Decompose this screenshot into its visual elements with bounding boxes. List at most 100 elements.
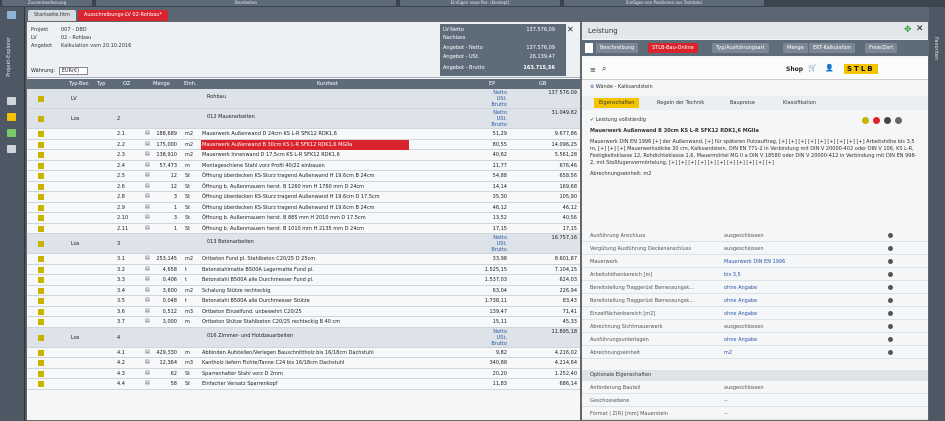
optional-row[interactable]: Anforderung Bauteil ausgeschlossen (582, 382, 928, 394)
property-row[interactable]: Abrechnungseinheit m2 (582, 347, 928, 359)
table-row[interactable]: 4.1 ▤ 429,330 m Abbinden Aufstellen/Verlegen… (27, 347, 580, 358)
table-row[interactable]: 2.4 ▤ 57,473 m Montageschiene Stahl vorz Pro… (27, 160, 580, 171)
table-row[interactable]: 2.1 ▤ 188,689 m2 Mauerwerk Außenwand D 24cm … (27, 129, 580, 140)
table-row[interactable]: 2.5 ▤ 12 St Öffnung überdecken KS-Sturz trag… (27, 171, 580, 182)
warning-icon[interactable] (862, 117, 869, 124)
property-value[interactable]: m2 (724, 347, 732, 359)
position-icon[interactable] (37, 308, 67, 315)
col-einh[interactable]: Einh. (184, 81, 196, 87)
group-row[interactable]: Los 3 013 Betonarbeiten Netto USt. Brutto 16.7… (27, 234, 580, 254)
position-icon[interactable] (37, 277, 67, 284)
property-row[interactable]: Vergütung Ausführung Deckenanschluss ausg… (582, 243, 928, 255)
position-icon[interactable] (37, 298, 67, 305)
table-row[interactable]: 3.1 ▤ 253,145 m2 Ortbeton Fund pl. Stahlbeto… (27, 254, 580, 265)
favorites-label[interactable]: Favoriten (933, 37, 939, 60)
property-value[interactable]: ohne Angabe (724, 334, 757, 346)
tab-startseite[interactable]: Startseite.htm (28, 10, 76, 21)
property-row[interactable]: Arbeitshöhenbereich [m] bis 3,5 (582, 269, 928, 281)
currency-value[interactable]: EUR(€) (58, 67, 89, 75)
group-icon[interactable] (37, 334, 67, 341)
property-value[interactable]: -- (724, 408, 728, 420)
property-row[interactable]: Ausführungsunterlagen ohne Angabe (582, 334, 928, 346)
property-row[interactable]: Mauerwerk Mauerwerk DIN EN 1996 (582, 256, 928, 268)
property-value[interactable]: ohne Angabe (724, 295, 757, 307)
property-value[interactable]: ausgeschlossen (724, 382, 764, 394)
leistung-tab[interactable]: Beschreibung (596, 43, 639, 53)
remove-icon[interactable] (888, 311, 893, 316)
position-icon[interactable] (37, 183, 67, 190)
position-icon[interactable] (37, 360, 67, 367)
group-icon[interactable] (37, 116, 67, 122)
col-menge[interactable]: Menge (153, 81, 170, 87)
optional-row[interactable]: Geschossebene -- (582, 395, 928, 407)
cart-icon[interactable]: 🛒 (808, 64, 817, 72)
position-icon[interactable] (37, 319, 67, 326)
settings-icon[interactable] (895, 117, 902, 124)
position-icon[interactable] (37, 370, 67, 377)
optional-row[interactable]: Format | Z(R) [mm] Mauerstein -- (582, 408, 928, 420)
table-row[interactable]: 3.6 ▤ 0,512 m3 Ortbeton Einzelfund. unbewehr… (27, 306, 580, 317)
position-icon[interactable] (37, 131, 67, 138)
table-row[interactable]: 4.4 ▤ 58 St Einfacher Versatz Sparrenkopf 11,… (27, 379, 580, 390)
position-icon[interactable] (37, 287, 67, 294)
position-icon[interactable] (37, 266, 67, 273)
remove-icon[interactable] (888, 246, 893, 251)
property-value[interactable]: ausgeschlossen (724, 321, 764, 333)
group-icon[interactable] (37, 241, 67, 247)
property-row[interactable]: Einzelflächenbereich [m2] ohne Angabe (582, 308, 928, 320)
remove-icon[interactable] (888, 298, 893, 303)
position-icon[interactable] (37, 194, 67, 201)
table-row[interactable]: 3.5 ▤ 0,048 t Betonstahl B500A alle Durchmes… (27, 296, 580, 307)
expand-icon[interactable]: ✥ (904, 25, 912, 35)
shop-label[interactable]: Shop (786, 66, 803, 73)
table-row[interactable]: 3.4 ▤ 3,600 m2 Schalung Stütze rechteckig 63,… (27, 285, 580, 296)
property-subtab[interactable]: Eigenschaften (594, 98, 640, 108)
position-icon[interactable] (37, 381, 67, 388)
property-value[interactable]: ausgeschlossen (724, 243, 764, 255)
doc-icon[interactable] (7, 145, 16, 153)
table-row[interactable]: 4.2 ▤ 12,364 m3 Kantholz liefern Fichte/Tann… (27, 358, 580, 369)
property-value[interactable]: Mauerwerk DIN EN 1996 (724, 256, 785, 268)
remove-icon[interactable] (888, 324, 893, 329)
table-row[interactable]: 2.3 ▤ 138,910 m2 Mauerwerk Innenwand D 17,5c… (27, 150, 580, 161)
toolbar-button[interactable]: Einfügen neue Pos. (Konzept) (400, 0, 560, 6)
leistung-tab[interactable]: Typ/Ausführungsart (712, 43, 769, 53)
search-icon[interactable]: ⌕ (602, 64, 606, 74)
lv-row[interactable]: LV Rohbau Netto USt. Brutto 137 576.09 (27, 89, 580, 109)
remove-icon[interactable] (888, 233, 893, 238)
remove-icon[interactable] (888, 272, 893, 277)
remove-icon[interactable] (888, 285, 893, 290)
position-icon[interactable] (37, 162, 67, 169)
property-row[interactable]: Bereitstellung Traggerüst Bemessungsk...… (582, 295, 928, 307)
table-row[interactable]: 2.6 ▤ 12 St Öffnung b. Außenmauern herst. B … (27, 181, 580, 192)
property-value[interactable]: -- (724, 395, 728, 407)
leistung-tab[interactable]: Freie/Zert (865, 43, 898, 53)
remove-icon[interactable] (888, 350, 893, 355)
lv-icon[interactable] (37, 96, 67, 102)
position-icon[interactable] (37, 152, 67, 159)
document-icon[interactable] (585, 43, 593, 53)
table-row[interactable]: 3.2 ▤ 4,658 t Betonstahlmatte B500A Lagermat… (27, 264, 580, 275)
col-kurztext[interactable]: Kurztext (317, 81, 338, 87)
menu-icon[interactable]: ≡ (590, 66, 596, 74)
table-row[interactable]: 3.3 ▤ 0,406 t Betonstahl B500A alle Durchmes… (27, 275, 580, 286)
leistung-tab[interactable]: EKT-Kalkulation (809, 43, 856, 53)
position-icon[interactable] (37, 173, 67, 180)
leistung-tab[interactable]: Menge (783, 43, 808, 53)
position-icon[interactable] (37, 215, 67, 222)
position-icon[interactable] (37, 225, 67, 232)
property-subtab[interactable]: Regeln der Technik (652, 98, 709, 108)
position-icon[interactable] (37, 256, 67, 263)
col-ep[interactable]: EP (489, 81, 495, 87)
project-explorer-label[interactable]: Projekt-Explorer (6, 37, 12, 77)
col-typbez[interactable]: Typ-Bez. (69, 81, 90, 87)
property-row[interactable]: Bereitstellung Traggerüst Bemessungsk...… (582, 282, 928, 294)
group-row[interactable]: Los 4 016 Zimmer- und Holzbauarbeiten Netto… (27, 327, 580, 348)
position-icon[interactable] (37, 141, 67, 148)
col-typ[interactable]: Typ (97, 81, 105, 87)
delete-icon[interactable] (884, 117, 891, 124)
group-row[interactable]: Los 2 012 Mauerarbeiten Netto USt. Brutto 31.0… (27, 109, 580, 129)
position-icon[interactable] (37, 204, 67, 211)
table-row[interactable]: 4.3 ▤ 62 St Sparrenhalter Stahl vorz D 2mm 20… (27, 368, 580, 379)
toolbar-button[interactable]: Einfügen von Positionen aus Textdatei (564, 0, 764, 6)
